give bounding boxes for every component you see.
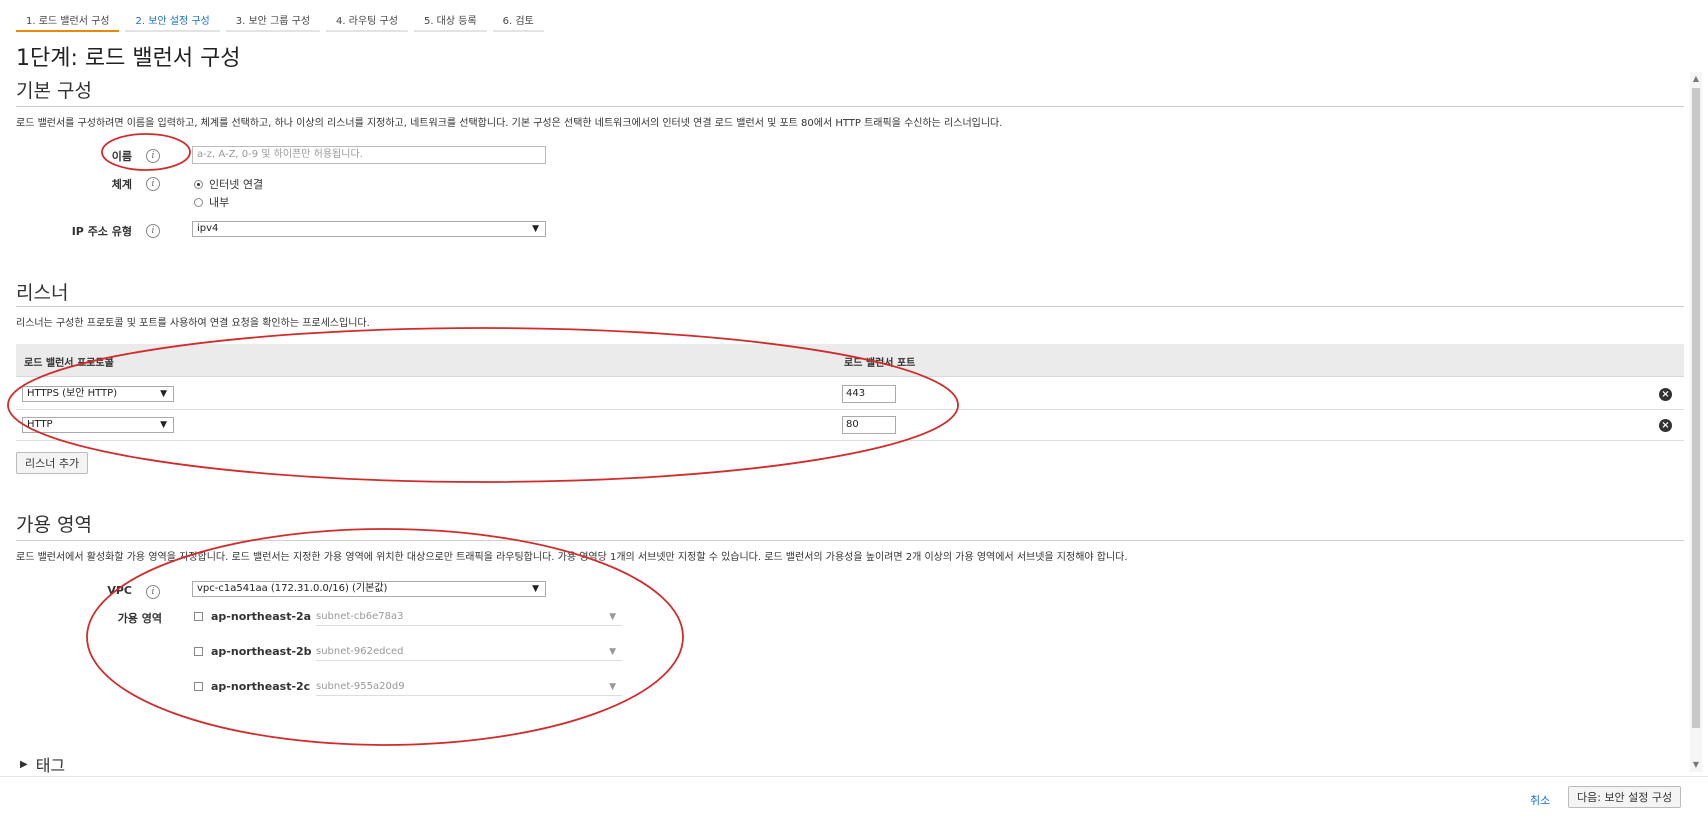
tab-step-2[interactable]: 2. 보안 설정 구성 [125,8,220,32]
subnet-value: subnet-962edced [316,646,404,657]
divider [16,306,1684,307]
tags-label: 태그 [35,756,66,775]
ip-type-label: IP 주소 유형 [71,225,132,238]
vpc-select[interactable]: vpc-c1a541aa (172.31.0.0/16) (기본값) ▼ [192,581,546,597]
dropdown-arrow-icon: ▼ [609,647,616,657]
dropdown-arrow-icon: ▼ [160,420,167,430]
listener-port-input[interactable]: 443 [842,385,896,403]
scroll-down-icon[interactable]: ▼ [1690,758,1702,772]
dropdown-arrow-icon: ▼ [609,612,616,622]
dropdown-arrow-icon: ▼ [160,389,167,399]
cancel-link[interactable]: 취소 [1530,792,1550,808]
col-port-header: 로드 밸런서 포트 [844,358,916,369]
checkbox[interactable] [194,612,203,621]
dropdown-arrow-icon: ▼ [609,682,616,692]
listener-port-input[interactable]: 80 [842,416,896,434]
scroll-thumb[interactable] [1692,88,1700,728]
row-divider [16,409,1684,410]
subnet-select[interactable]: subnet-955a20d9 ▼ [316,679,622,696]
caret-right-icon: ▶ [20,758,28,770]
scroll-up-icon[interactable]: ▲ [1690,72,1702,86]
step-tabs: 1. 로드 밸런서 구성 2. 보안 설정 구성 3. 보안 그룹 구성 4. … [16,8,550,32]
name-input[interactable]: a-z, A-Z, 0-9 및 하이픈만 허용됩니다. [192,146,546,164]
subnet-value: subnet-955a20d9 [316,681,405,692]
listener-protocol-select[interactable]: HTTP ▼ [22,417,174,433]
remove-listener-icon[interactable]: × [1659,388,1672,401]
tab-step-3[interactable]: 3. 보안 그룹 구성 [225,8,321,32]
info-icon[interactable]: i [146,585,160,599]
next-button[interactable]: 다음: 보안 설정 구성 [1568,786,1682,808]
page-title: 1단계: 로드 밸런서 구성 [16,46,241,71]
scheme-option-label: 인터넷 연결 [209,178,264,191]
tab-step-1[interactable]: 1. 로드 밸런서 구성 [16,8,120,32]
divider [16,540,1684,541]
checkbox[interactable] [194,647,203,656]
az-section-title: 가용 영역 [16,514,92,536]
scheme-label: 체계 [111,178,132,191]
zone-checkbox-row[interactable]: ap-northeast-2a [194,610,325,623]
vpc-label: VPC [107,584,132,597]
tab-step-5[interactable]: 5. 대상 등록 [413,8,487,32]
info-icon[interactable]: i [146,224,160,238]
add-listener-button[interactable]: 리스너 추가 [16,452,89,474]
tab-step-4[interactable]: 4. 라우팅 구성 [326,8,408,32]
az-description: 로드 밸런서에서 활성화할 가용 영역을 지정합니다. 로드 밸런서는 지정한 … [16,552,1128,563]
listeners-description: 리스너는 구성한 프로토콜 및 포트를 사용하여 연결 요청을 확인하는 프로세… [16,318,370,329]
ip-type-select[interactable]: ipv4 ▼ [192,221,546,237]
zone-checkbox-row[interactable]: ap-northeast-2c [194,680,324,693]
info-icon[interactable]: i [146,149,160,163]
subnet-value: subnet-cb6e78a3 [316,611,404,622]
name-label: 이름 [111,150,132,163]
listeners-table-header: 로드 밸런서 프로토콜 로드 밸런서 포트 [16,344,1684,377]
checkbox[interactable] [194,682,203,691]
radio-icon [194,197,203,207]
basic-description: 로드 밸런서를 구성하려면 이름을 입력하고, 체계를 선택하고, 하나 이상의… [16,118,1003,129]
footer-divider [0,776,1708,777]
zone-name: ap-northeast-2b [211,645,312,658]
zone-checkbox-row[interactable]: ap-northeast-2b [194,645,326,658]
listener-protocol-select[interactable]: HTTPS (보안 HTTP) ▼ [22,386,174,402]
subnet-select[interactable]: subnet-962edced ▼ [316,644,622,661]
scheme-internal-radio[interactable]: 내부 [194,194,229,210]
zones-label: 가용 영역 [117,612,162,625]
scrollbar[interactable]: ▲ ▼ [1690,72,1702,772]
basic-section-title: 기본 구성 [16,80,92,102]
listeners-section-title: 리스너 [16,282,69,304]
protocol-value: HTTPS (보안 HTTP) [27,388,118,399]
divider [16,106,1684,107]
scheme-option-label: 내부 [209,196,230,209]
tab-step-6[interactable]: 6. 검토 [492,8,544,32]
elb-wizard-page: 1. 로드 밸런서 구성 2. 보안 설정 구성 3. 보안 그룹 구성 4. … [0,0,1708,818]
zone-name: ap-northeast-2a [211,610,312,623]
info-icon[interactable]: i [146,177,160,191]
subnet-select[interactable]: subnet-cb6e78a3 ▼ [316,609,622,626]
ip-type-value: ipv4 [197,223,219,234]
dropdown-arrow-icon: ▼ [532,224,539,234]
vpc-value: vpc-c1a541aa (172.31.0.0/16) (기본값) [197,583,388,594]
zone-name: ap-northeast-2c [211,680,311,693]
protocol-value: HTTP [27,419,53,430]
scheme-internet-radio[interactable]: 인터넷 연결 [194,176,263,192]
row-divider [16,440,1684,441]
dropdown-arrow-icon: ▼ [532,584,539,594]
remove-listener-icon[interactable]: × [1659,419,1672,432]
tags-expander[interactable]: ▶ 태그 [20,752,65,776]
radio-checked-icon [194,179,203,189]
col-protocol-header: 로드 밸런서 프로토콜 [24,358,114,369]
